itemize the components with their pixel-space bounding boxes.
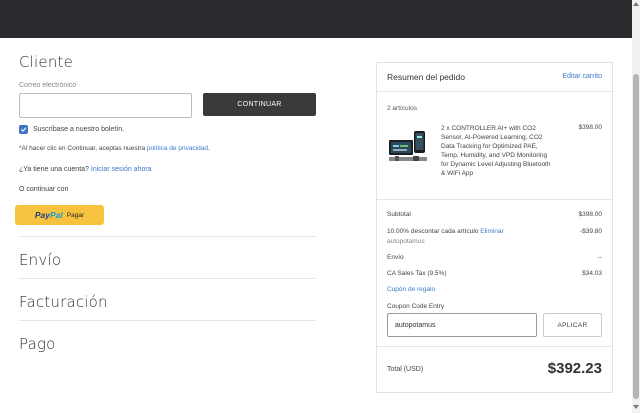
- newsletter-label: Suscríbase a nuestro boletín.: [33, 126, 125, 133]
- subtotal-value: $398.00: [578, 211, 603, 218]
- shipping-label: Envío: [387, 254, 404, 261]
- newsletter-checkbox[interactable]: [19, 125, 28, 134]
- product-image: [389, 131, 427, 161]
- edit-cart-link[interactable]: Editar carrito: [562, 73, 602, 80]
- scrollbar[interactable]: [632, 0, 640, 413]
- billing-step-title[interactable]: Facturación: [19, 293, 108, 311]
- customer-section-title: Cliente: [19, 53, 74, 71]
- paypal-logo-pal: Pal: [50, 210, 63, 220]
- payment-step-title[interactable]: Pago: [19, 335, 56, 353]
- continue-button[interactable]: CONTINUAR: [203, 93, 316, 116]
- paypal-button[interactable]: PayPal Pagar: [15, 205, 104, 225]
- tax-label: CA Sales Tax (9.5%): [387, 270, 447, 277]
- remove-discount-link[interactable]: Eliminar: [480, 228, 503, 235]
- shipping-value: --: [597, 254, 602, 261]
- total-label: Total (USD): [387, 366, 424, 373]
- divider: [19, 278, 316, 279]
- sign-in-link[interactable]: Iniciar sesión ahora: [91, 166, 152, 173]
- discount-row: 10.00% descontar cada artículo Eliminar …: [387, 227, 602, 247]
- order-summary-header: Resumen del pedido Editar carrito: [377, 63, 612, 92]
- checkmark-icon: [20, 127, 27, 132]
- divider: [19, 320, 316, 321]
- paypal-logo: PayPal: [35, 210, 63, 220]
- subtotal-row: Subtotal $398.00: [387, 211, 602, 218]
- account-prompt: ¿Ya tiene una cuenta? Iniciar sesión aho…: [19, 166, 152, 173]
- account-text: ¿Ya tiene una cuenta?: [19, 166, 91, 173]
- product-price: $398.00: [578, 124, 603, 131]
- divider: [377, 346, 612, 347]
- discount-value: -$39.80: [579, 228, 602, 235]
- paypal-logo-pay: Pay: [34, 210, 50, 220]
- subtotal-label: Subtotal: [387, 211, 411, 218]
- privacy-policy-link[interactable]: política de privacidad: [147, 145, 208, 152]
- order-summary: Resumen del pedido Editar carrito 2 artí…: [376, 62, 613, 393]
- privacy-notice: *Al hacer clic en Continuar, aceptas nue…: [19, 145, 210, 152]
- discount-label: 10.00% descontar cada artículo: [387, 228, 481, 235]
- scrollbar-thumb[interactable]: [633, 74, 639, 399]
- gift-coupon-link[interactable]: Cupón de regalo: [387, 286, 435, 293]
- or-continue-with: O continuar con: [19, 186, 69, 193]
- total-value: $392.23: [547, 360, 602, 377]
- privacy-suffix: .: [207, 145, 210, 152]
- coupon-label: Coupon Code Entry: [387, 303, 445, 310]
- shipping-step-title[interactable]: Envío: [19, 251, 61, 269]
- paypal-label: Pagar: [66, 211, 85, 219]
- apply-coupon-button[interactable]: APLICAR: [543, 313, 602, 337]
- items-count: 2 artículos: [387, 105, 417, 112]
- shipping-row: Envío --: [387, 254, 602, 261]
- divider: [377, 199, 612, 200]
- email-field[interactable]: [19, 93, 192, 118]
- tax-value: $34.03: [582, 270, 602, 277]
- product-description: 2 x CONTROLLER AI+ with CO2 Sensor, AI-P…: [441, 125, 551, 177]
- discount-code: autopotamus: [387, 238, 425, 245]
- coupon-input[interactable]: autopotamus: [387, 313, 537, 337]
- tax-row: CA Sales Tax (9.5%) $34.03: [387, 270, 602, 277]
- scroll-down-icon[interactable]: [633, 405, 639, 409]
- email-label: Correo electrónico: [19, 82, 77, 89]
- privacy-text: *Al hacer clic en Continuar, aceptas nue…: [19, 145, 147, 152]
- newsletter-option[interactable]: Suscríbase a nuestro boletín.: [19, 125, 124, 134]
- order-summary-title: Resumen del pedido: [387, 72, 465, 82]
- site-header: [0, 0, 632, 38]
- scroll-up-icon[interactable]: [633, 2, 639, 6]
- coupon-input-value: autopotamus: [395, 322, 436, 329]
- divider: [19, 236, 316, 237]
